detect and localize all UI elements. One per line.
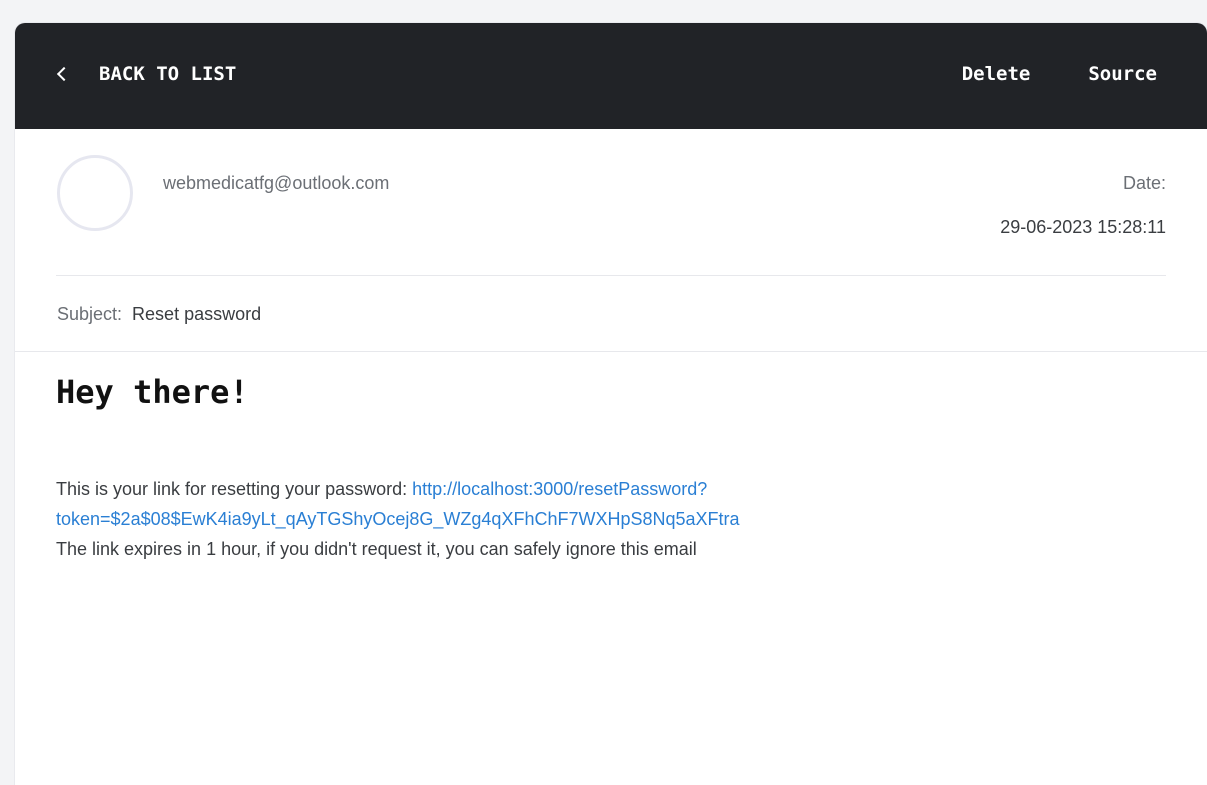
delete-button[interactable]: Delete — [962, 63, 1031, 85]
greeting-heading: Hey there! — [56, 373, 249, 411]
avatar — [57, 155, 133, 231]
subject-row: Subject: Reset password — [57, 304, 261, 325]
intro-text: This is your link for resetting your pas… — [56, 479, 413, 499]
sender-email: webmedicatfg@outlook.com — [163, 173, 390, 193]
expiry-text: The link expires in 1 hour, if you didn'… — [56, 539, 697, 559]
back-to-list-label: BACK TO LIST — [99, 63, 237, 85]
subject-value: Reset password — [132, 304, 262, 324]
reset-link-line2: token=$2a$08$EwK4ia9yLt_qAyTGShyOcej8G_W… — [56, 509, 740, 529]
date-label: Date: — [1122, 173, 1166, 193]
toolbar-actions: Delete Source — [962, 63, 1157, 85]
email-body: Hey there! This is your link for resetti… — [56, 376, 1166, 564]
divider — [56, 275, 1166, 276]
email-view: BACK TO LIST Delete Source webmedicatfg@… — [15, 23, 1207, 785]
email-toolbar: BACK TO LIST Delete Source — [15, 23, 1207, 129]
reset-link-line1: http://localhost:3000/resetPassword? — [412, 479, 708, 499]
source-button[interactable]: Source — [1088, 63, 1157, 85]
subject-label: Subject: — [57, 304, 123, 324]
chevron-left-icon — [56, 66, 72, 82]
date-value: 29-06-2023 15:28:11 — [1000, 217, 1166, 237]
back-to-list-button[interactable]: BACK TO LIST — [55, 63, 236, 85]
email-text: This is your link for resetting your pas… — [56, 474, 1166, 564]
email-meta: webmedicatfg@outlook.com Date: 29-06-202… — [15, 129, 1207, 353]
divider — [15, 351, 1207, 352]
